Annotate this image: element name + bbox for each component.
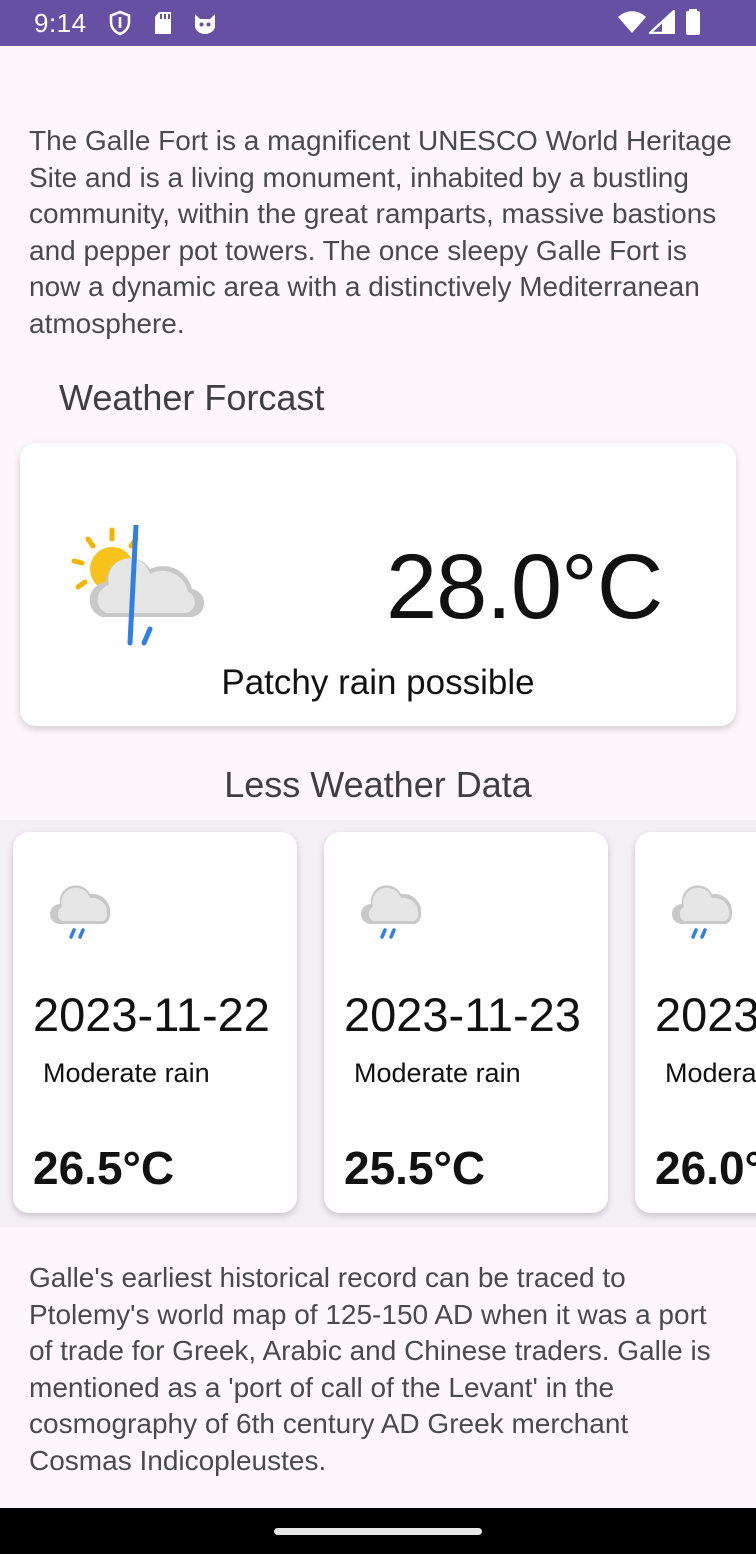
forecast-date: 2023-11-22 bbox=[33, 988, 270, 1041]
current-condition: Patchy rain possible bbox=[221, 663, 535, 702]
navigation-bar bbox=[0, 1508, 756, 1554]
forecast-date: 2023-11-24 bbox=[655, 988, 756, 1041]
status-time: 9:14 bbox=[34, 8, 87, 38]
forecast-temperature: 26.5°C bbox=[33, 1142, 175, 1194]
rain-cloud-icon bbox=[48, 878, 116, 945]
forecast-card[interactable]: 2023-11-22 Moderate rain 26.5°C bbox=[13, 832, 297, 1213]
status-bar: 9:14 bbox=[0, 0, 756, 46]
battery-icon bbox=[684, 8, 702, 41]
forecast-date: 2023-11-23 bbox=[344, 988, 581, 1041]
cat-face-icon bbox=[192, 10, 218, 41]
history-paragraph: Galle's earliest historical record can b… bbox=[29, 1262, 711, 1476]
weather-section-title: Weather Forcast bbox=[59, 377, 325, 418]
forecast-condition: Moderate rain bbox=[43, 1058, 210, 1088]
rain-cloud-icon bbox=[359, 878, 427, 945]
current-weather-card: 28.0°C Patchy rain possible bbox=[20, 443, 736, 726]
signal-icon bbox=[646, 8, 676, 39]
forecast-condition: Moderate rain bbox=[354, 1058, 521, 1088]
forecast-temperature: 26.0°C bbox=[655, 1142, 756, 1194]
forecast-section-title: Less Weather Data bbox=[224, 764, 532, 805]
forecast-card[interactable]: 2023-11-24 Moderate rain 26.0°C bbox=[635, 832, 756, 1213]
forecast-temperature: 25.5°C bbox=[344, 1142, 486, 1194]
forecast-condition: Moderate rain bbox=[665, 1058, 756, 1088]
current-temperature: 28.0°C bbox=[386, 536, 663, 638]
sd-card-icon bbox=[152, 10, 174, 41]
home-gesture-handle[interactable] bbox=[274, 1528, 482, 1535]
intro-paragraph: The Galle Fort is a magnificent UNESCO W… bbox=[29, 125, 732, 339]
forecast-card[interactable]: 2023-11-23 Moderate rain 25.5°C bbox=[324, 832, 608, 1213]
shield-icon bbox=[108, 10, 132, 41]
forecast-scroll-list[interactable]: 2023-11-22 Moderate rain 26.5°C 2023-11-… bbox=[0, 820, 756, 1227]
sun-cloud-rain-icon bbox=[68, 522, 205, 654]
wifi-icon bbox=[617, 10, 647, 39]
rain-cloud-icon bbox=[670, 878, 738, 945]
